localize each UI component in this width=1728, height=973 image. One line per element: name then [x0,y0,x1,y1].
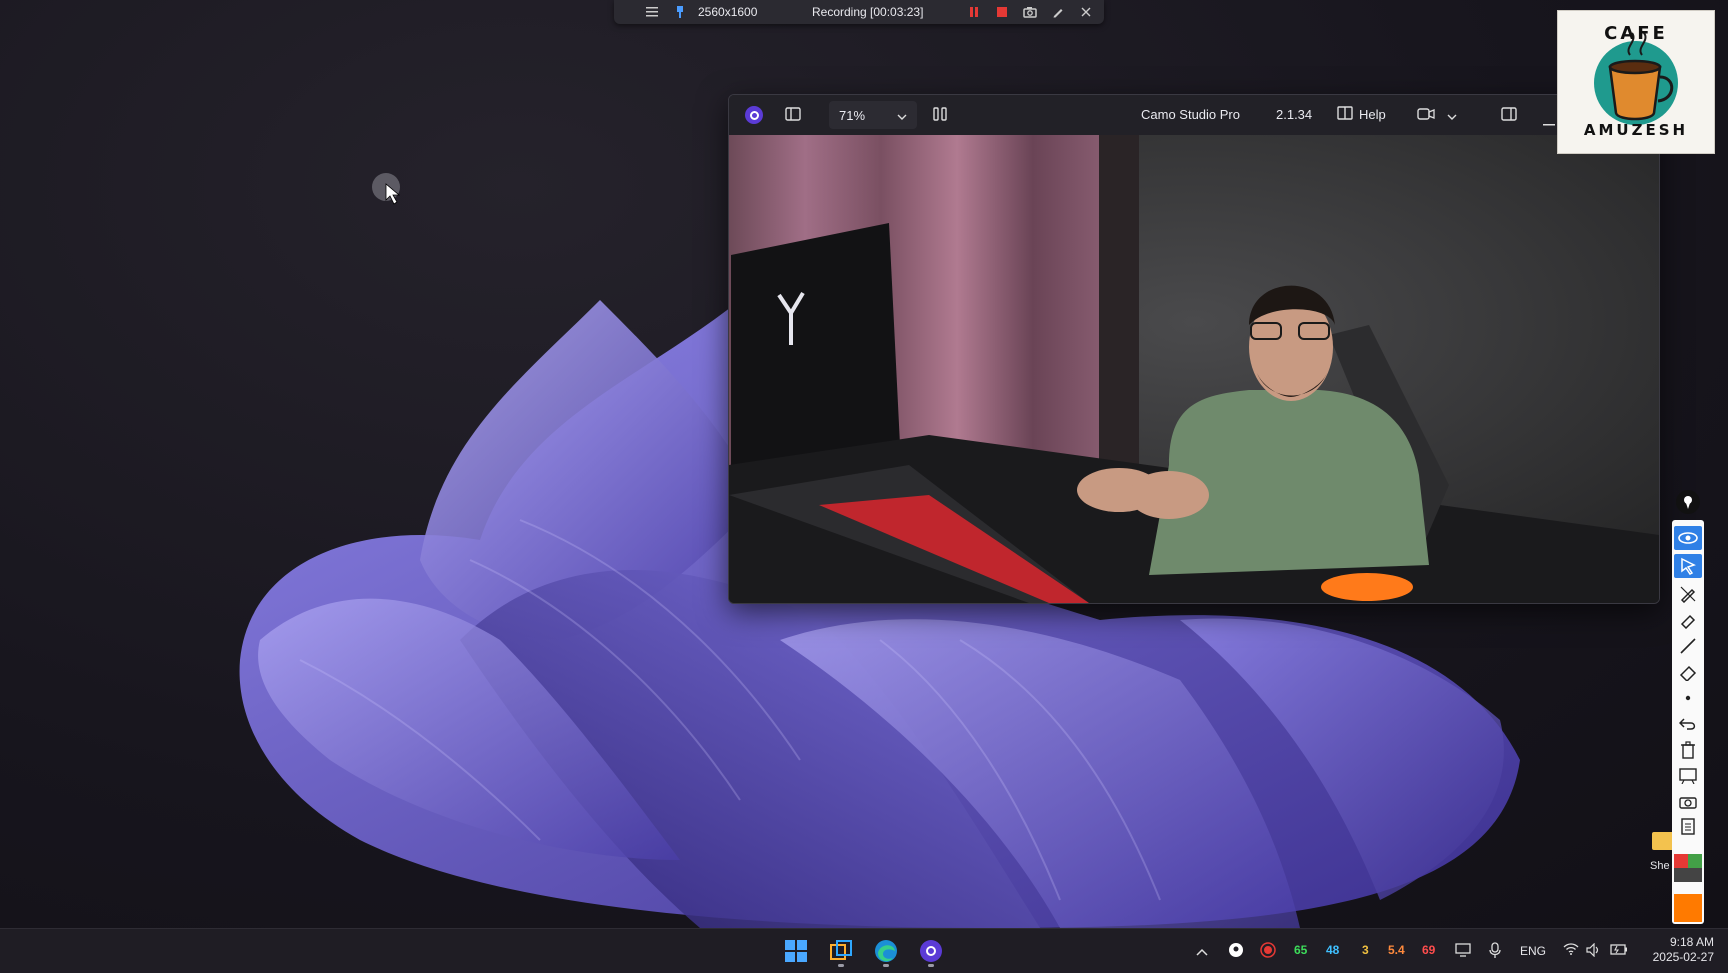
color-swatch-red[interactable] [1674,854,1688,868]
columns-icon[interactable] [933,107,947,124]
edge-icon [875,940,897,962]
screenshot-icon[interactable] [1674,790,1702,814]
zoom-value: 71% [839,107,866,123]
annotation-toolbar [1672,520,1704,924]
zoom-select[interactable]: 71% [829,101,917,129]
microphone-icon[interactable] [1489,942,1501,961]
windows-start-button[interactable] [780,935,812,967]
undo-icon[interactable] [1674,712,1702,736]
help-button[interactable]: Help [1337,106,1386,123]
color-palette [1674,854,1702,922]
highlighter-icon[interactable] [1674,608,1702,632]
clock-time: 9:18 AM [1669,935,1714,949]
clipboard-icon[interactable] [1674,814,1702,838]
close-icon[interactable] [1078,4,1094,20]
chevron-down-icon [897,108,907,123]
clock-date: 2025-02-27 [1652,950,1714,964]
recording-resolution: 2560x1600 [698,5,758,19]
camera-feed [729,135,1659,603]
color-swatch-dark[interactable] [1674,868,1702,882]
clock[interactable]: 9:18 AM 2025-02-27 [1653,935,1714,965]
display-icon[interactable] [1455,943,1471,960]
tray-stat-3: 3 [1362,943,1369,957]
tray-stat-1: 65 [1294,943,1308,957]
camera-icon[interactable] [1022,4,1038,20]
language-indicator[interactable]: ENG [1520,944,1546,958]
task-view-icon [830,940,852,960]
menu-icon[interactable] [644,4,660,20]
trash-icon[interactable] [1674,738,1702,762]
eraser-icon[interactable] [1674,660,1702,684]
pause-icon[interactable] [966,4,982,20]
split-view-icon[interactable] [1501,107,1517,124]
battery-icon[interactable] [1610,944,1628,958]
folder-icon [1652,832,1674,850]
pin-icon[interactable] [672,4,688,20]
location-pin-icon[interactable] [1228,942,1244,961]
record-icon[interactable] [1260,942,1276,961]
sidebar-icon[interactable] [785,107,801,124]
pen-icon[interactable] [1674,582,1702,606]
channel-logo: CAFE AMUZESH [1557,10,1715,154]
wifi-icon[interactable] [1563,943,1579,958]
windows-start-icon [785,940,807,962]
eye-icon[interactable] [1674,526,1702,550]
pin-icon[interactable] [1676,490,1700,514]
book-icon [1337,106,1353,123]
chevron-down-icon [1447,108,1457,123]
camo-studio-window: 71% Camo Studio Pro 2.1.34 Help [728,94,1660,604]
dot-icon[interactable] [1674,686,1702,710]
stop-icon[interactable] [994,4,1010,20]
app-name: Camo Studio Pro [1141,107,1240,122]
line-icon[interactable] [1674,634,1702,658]
minimize-icon[interactable] [1543,114,1555,129]
camo-titlebar: 71% Camo Studio Pro 2.1.34 Help [729,95,1659,135]
shortcut-label: She [1650,860,1670,872]
task-view-button[interactable] [825,935,857,967]
tray-stat-4: 5.4 [1388,943,1405,957]
camo-button[interactable] [915,935,947,967]
help-label: Help [1359,107,1386,122]
color-swatch-orange[interactable] [1674,894,1702,922]
chevron-up-icon[interactable] [1196,945,1208,959]
tray-stat-5: 69 [1422,943,1436,957]
taskbar: 65 48 3 5.4 69 ENG 9:18 AM 2025-02-27 [0,928,1728,973]
logo-bottom-text: AMUZESH [1583,121,1689,139]
camo-logo-icon[interactable] [745,106,763,124]
pen-icon[interactable] [1050,4,1066,20]
edge-button[interactable] [870,935,902,967]
recording-status: Recording [00:03:23] [812,5,924,19]
recording-toolbar: 2560x1600 Recording [00:03:23] [614,0,1104,24]
app-version: 2.1.34 [1276,107,1313,122]
video-camera-select[interactable] [1417,108,1457,123]
whiteboard-icon[interactable] [1674,764,1702,788]
video-camera-icon [1417,108,1435,123]
color-swatch-green[interactable] [1688,854,1702,868]
logo-top-text: CAFE [1604,23,1668,44]
volume-icon[interactable] [1586,942,1602,960]
camo-icon [920,940,942,962]
tray-stat-2: 48 [1326,943,1340,957]
pointer-icon[interactable] [1674,554,1702,578]
